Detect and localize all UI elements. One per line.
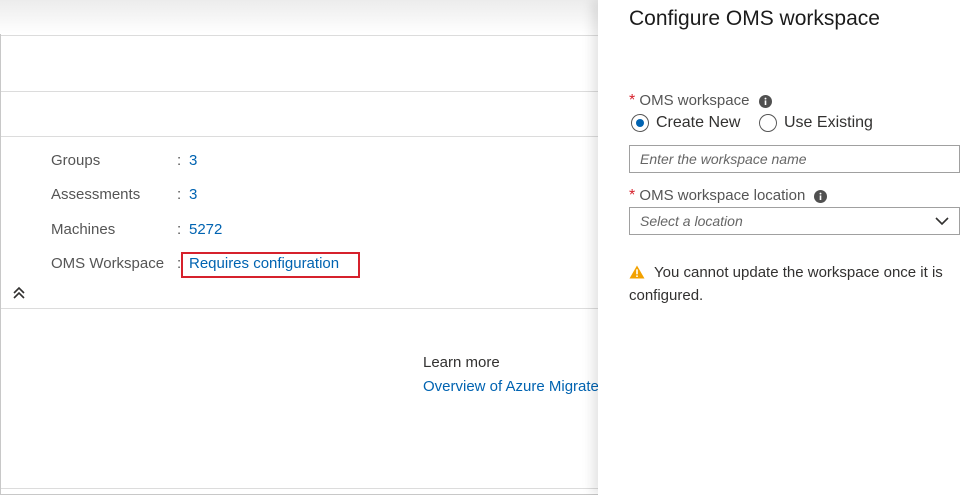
radio-label: Create New bbox=[656, 114, 741, 131]
workspace-label: OMS workspace bbox=[639, 92, 750, 109]
assessments-count-link[interactable]: 3 bbox=[189, 185, 197, 205]
separator: : bbox=[177, 186, 182, 203]
overview-link[interactable]: Overview of Azure Migrate bbox=[423, 378, 598, 395]
summary-label: Assessments bbox=[51, 186, 141, 203]
radio-button[interactable] bbox=[759, 114, 777, 132]
summary-label: Groups bbox=[51, 152, 101, 169]
chevron-down-icon bbox=[935, 217, 949, 226]
configure-oms-blade: Configure OMS workspace * OMS workspace … bbox=[598, 0, 962, 495]
divider bbox=[1, 91, 598, 92]
groups-count-link[interactable]: 3 bbox=[189, 151, 197, 171]
top-shade bbox=[0, 0, 598, 34]
separator: : bbox=[177, 152, 182, 169]
machines-count-link[interactable]: 5272 bbox=[189, 220, 222, 240]
divider bbox=[1, 488, 598, 489]
workspace-label-row: * OMS workspace bbox=[629, 92, 772, 110]
workspace-name-input[interactable] bbox=[629, 145, 960, 173]
radio-create-new[interactable]: Create New bbox=[631, 112, 740, 134]
radio-label: Use Existing bbox=[784, 114, 873, 131]
divider bbox=[1, 308, 598, 309]
info-icon[interactable] bbox=[758, 94, 772, 108]
warning-message: You cannot update the workspace once it … bbox=[629, 261, 954, 307]
location-dropdown[interactable]: Select a location bbox=[629, 207, 960, 235]
location-label: OMS workspace location bbox=[639, 187, 806, 204]
separator: : bbox=[177, 221, 182, 238]
radio-button-selected[interactable] bbox=[631, 114, 649, 132]
summary-label: Machines bbox=[51, 221, 116, 238]
info-icon[interactable] bbox=[814, 189, 828, 203]
collapse-up-icon[interactable] bbox=[10, 283, 28, 303]
required-marker: * bbox=[629, 187, 636, 204]
radio-use-existing[interactable]: Use Existing bbox=[759, 112, 873, 134]
resource-overview-panel: Groups : 3 Assessments : 3 Machines : 52… bbox=[0, 0, 598, 495]
blade-title: Configure OMS workspace bbox=[629, 7, 880, 30]
divider bbox=[1, 35, 598, 36]
location-placeholder: Select a location bbox=[640, 213, 743, 229]
summary-label: OMS Workspace bbox=[51, 255, 165, 272]
location-label-row: * OMS workspace location bbox=[629, 187, 828, 205]
warning-icon bbox=[629, 265, 645, 279]
divider bbox=[1, 136, 598, 137]
required-marker: * bbox=[629, 92, 636, 109]
learn-more-heading: Learn more bbox=[423, 354, 500, 371]
warning-text: You cannot update the workspace once it … bbox=[629, 264, 943, 304]
highlight-box bbox=[181, 252, 360, 278]
